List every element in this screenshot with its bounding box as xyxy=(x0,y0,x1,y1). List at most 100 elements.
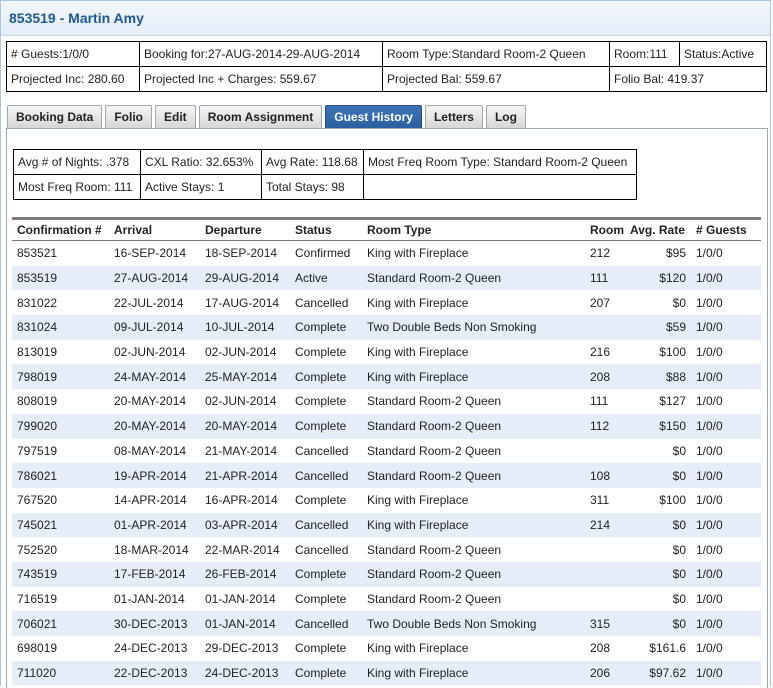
table-row[interactable]: 743519 17-FEB-2014 26-FEB-2014 Complete Stan… xyxy=(12,561,761,587)
cell-room: 208 xyxy=(585,364,625,390)
col-guests[interactable]: # Guests xyxy=(691,220,761,241)
cell-arrival: 18-MAR-2014 xyxy=(114,542,189,557)
cell-departure: 03-APR-2014 xyxy=(200,512,290,538)
table-row[interactable]: 745021 01-APR-2014 03-APR-2014 Cancelled Kin… xyxy=(12,512,761,538)
cell-room: 311 xyxy=(590,493,610,508)
table-row[interactable]: 767520 14-APR-2014 16-APR-2014 Complete King… xyxy=(12,488,761,513)
tab-log[interactable]: Log xyxy=(485,105,526,128)
projected-balance: Projected Bal: 559.67 xyxy=(382,66,610,92)
col-avg-rate[interactable]: Avg. Rate xyxy=(625,220,691,241)
tab-letters[interactable]: Letters xyxy=(424,105,483,128)
cell-status: Cancelled xyxy=(290,463,362,488)
cell-room-type: King with Fireplace xyxy=(367,493,469,508)
cell-avg-rate: $59 xyxy=(625,315,691,340)
cell-confirmation: 853521 xyxy=(17,246,58,261)
cell-room: 208 xyxy=(590,641,611,656)
cell-avg-rate: $150 xyxy=(625,413,691,439)
table-row[interactable]: 853521 16-SEP-2014 18-SEP-2014 Confirmed Kin… xyxy=(12,241,761,266)
table-row[interactable]: 799020 20-MAY-2014 20-MAY-2014 Complete Stan… xyxy=(12,413,761,439)
cell-arrival: 16-SEP-2014 xyxy=(114,246,187,261)
cell-departure: 02-JUN-2014 xyxy=(205,345,277,360)
table-row[interactable]: 831024 09-JUL-2014 10-JUL-2014 Complete Two … xyxy=(12,315,761,340)
table-row[interactable]: 698019 24-DEC-2013 29-DEC-2013 Complete King… xyxy=(12,636,761,661)
cell-arrival: 24-DEC-2013 xyxy=(114,641,188,656)
table-row[interactable]: 711020 22-DEC-2013 24-DEC-2013 Complete King… xyxy=(12,660,761,686)
cell-avg-rate: $120 xyxy=(625,265,691,291)
cell-room: 112 xyxy=(585,413,625,439)
cell-arrival: 27-AUG-2014 xyxy=(109,265,200,291)
cell-room-type: King with Fireplace xyxy=(367,345,469,360)
cell-guests: 1/0/0 xyxy=(696,295,723,310)
avg-nights: Avg # of Nights: .378 xyxy=(13,149,141,175)
table-row[interactable]: 853519 27-AUG-2014 29-AUG-2014 Active Standa… xyxy=(12,265,761,291)
cell-guests: 1/0/0 xyxy=(691,611,761,636)
cell-room-type: King with Fireplace xyxy=(362,364,585,390)
cell-guests: 1/0/0 xyxy=(696,394,723,409)
col-room-type[interactable]: Room Type xyxy=(362,220,585,241)
col-departure[interactable]: Departure xyxy=(200,220,290,241)
table-row[interactable]: 808019 20-MAY-2014 02-JUN-2014 Complete Stan… xyxy=(12,389,761,414)
cell-guests: 1/0/0 xyxy=(691,364,761,390)
cell-room: 315 xyxy=(585,611,625,636)
room-number: Room:111 xyxy=(609,41,680,67)
tab-booking-data[interactable]: Booking Data xyxy=(7,105,103,128)
table-row[interactable]: 716519 01-JAN-2014 01-JAN-2014 Complete Stan… xyxy=(12,587,761,612)
cell-status: Cancelled xyxy=(295,443,349,458)
cell-departure: 29-DEC-2013 xyxy=(205,641,279,656)
cell-avg-rate: $0 xyxy=(672,443,686,458)
cell-departure: 01-JAN-2014 xyxy=(205,591,276,606)
guest-history-panel: Avg # of Nights: .378 CXL Ratio: 32.653%… xyxy=(6,128,768,688)
tab-folio[interactable]: Folio xyxy=(105,105,153,128)
cell-avg-rate: $100 xyxy=(659,345,686,360)
table-row[interactable]: 798019 24-MAY-2014 25-MAY-2014 Complete King… xyxy=(12,364,761,390)
folio-balance: Folio Bal: 419.37 xyxy=(609,66,767,92)
table-row[interactable]: 813019 02-JUN-2014 02-JUN-2014 Complete King… xyxy=(12,340,761,365)
tab-edit[interactable]: Edit xyxy=(155,105,196,128)
table-row[interactable]: 752520 18-MAR-2014 22-MAR-2014 Cancelled Sta… xyxy=(12,537,761,562)
cell-room: 207 xyxy=(590,295,611,310)
cell-departure: 17-AUG-2014 xyxy=(205,295,280,310)
cell-guests: 1/0/0 xyxy=(691,315,761,340)
cell-confirmation: 798019 xyxy=(12,364,109,390)
cell-room-type: Standard Room-2 Queen xyxy=(367,542,502,557)
cell-guests: 1/0/0 xyxy=(691,561,761,587)
tab-room-assignment[interactable]: Room Assignment xyxy=(198,105,323,128)
cell-departure: 10-JUL-2014 xyxy=(200,315,290,340)
tab-bar: Booking Data Folio Edit Room Assignment … xyxy=(7,105,529,129)
cell-departure: 25-MAY-2014 xyxy=(200,364,290,390)
cell-avg-rate: $0 xyxy=(625,561,691,587)
col-status[interactable]: Status xyxy=(290,220,362,241)
guests-count: # Guests:1/0/0 xyxy=(6,41,140,67)
cell-departure: 22-MAR-2014 xyxy=(205,542,280,557)
tab-guest-history[interactable]: Guest History xyxy=(325,105,422,129)
cell-room-type: Standard Room-2 Queen xyxy=(367,591,502,606)
col-confirmation[interactable]: Confirmation # xyxy=(12,220,109,241)
history-table: Confirmation # Arrival Departure Status … xyxy=(12,220,761,686)
col-arrival[interactable]: Arrival xyxy=(109,220,200,241)
stats-row: Avg # of Nights: .378 CXL Ratio: 32.653%… xyxy=(13,149,637,175)
cell-status: Cancelled xyxy=(295,542,349,557)
table-row[interactable]: 706021 30-DEC-2013 01-JAN-2014 Cancelled Two… xyxy=(12,611,761,636)
cell-avg-rate: $95 xyxy=(665,246,686,261)
cell-avg-rate: $100 xyxy=(659,493,686,508)
cell-departure: 20-MAY-2014 xyxy=(200,413,290,439)
cell-room-type: King with Fireplace xyxy=(367,295,469,310)
cell-avg-rate: $0 xyxy=(672,591,686,606)
table-row[interactable]: 797519 08-MAY-2014 21-MAY-2014 Cancelled Sta… xyxy=(12,439,761,464)
cell-guests: 1/0/0 xyxy=(696,493,723,508)
col-room[interactable]: Room xyxy=(585,220,625,241)
projected-income-charges: Projected Inc + Charges: 559.67 xyxy=(139,66,383,92)
cell-arrival: 02-JUN-2014 xyxy=(114,345,186,360)
room-type: Room Type:Standard Room-2 Queen xyxy=(382,41,610,67)
table-row[interactable]: 786021 19-APR-2014 21-APR-2014 Cancelled Sta… xyxy=(12,463,761,488)
cell-confirmation: 767520 xyxy=(17,493,58,508)
cell-status: Confirmed xyxy=(295,246,351,261)
cell-arrival: 22-JUL-2014 xyxy=(114,295,184,310)
cell-arrival: 19-APR-2014 xyxy=(109,463,200,488)
cell-room-type: Two Double Beds Non Smoking xyxy=(362,611,585,636)
stats-row: Most Freq Room: 111 Active Stays: 1 Tota… xyxy=(13,174,637,200)
cell-arrival: 09-JUL-2014 xyxy=(109,315,200,340)
title-bar: 853519 - Martin Amy xyxy=(1,1,770,36)
cell-status: Complete xyxy=(290,561,362,587)
table-row[interactable]: 831022 22-JUL-2014 17-AUG-2014 Cancelled Kin… xyxy=(12,290,761,315)
